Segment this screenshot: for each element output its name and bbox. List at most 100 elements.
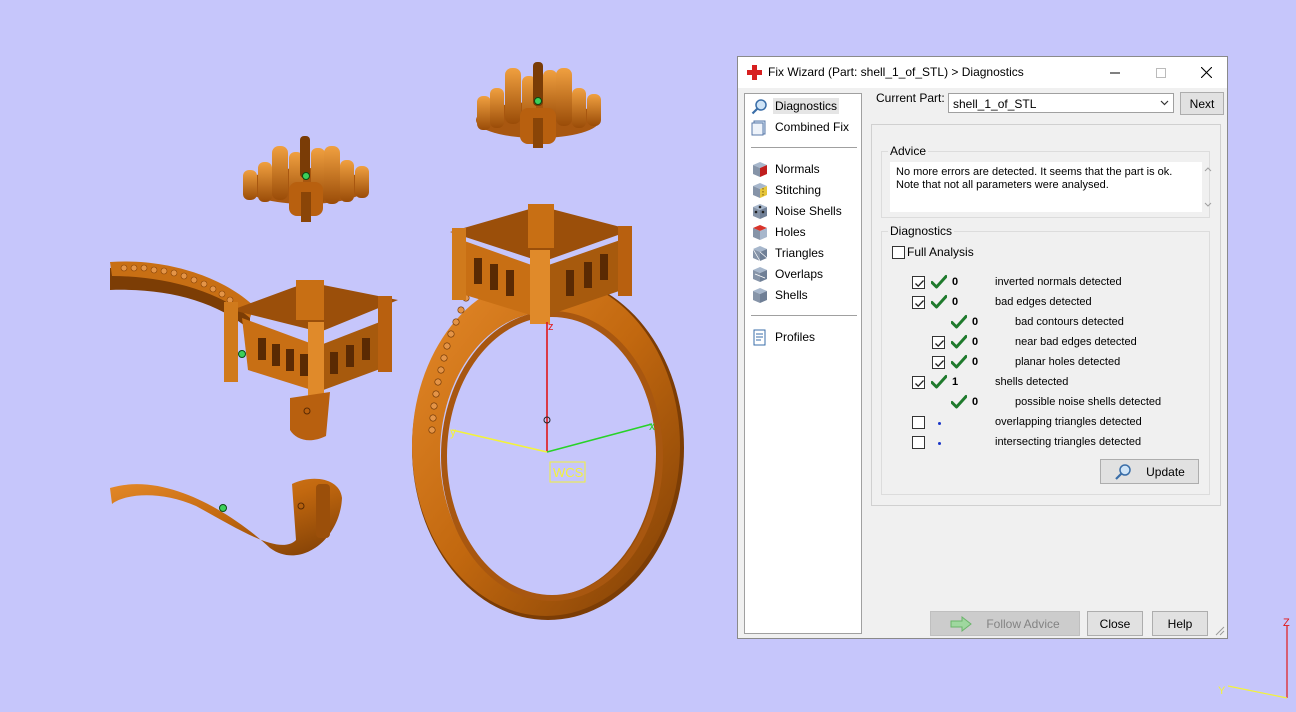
sidebar-item-noise-shells[interactable]: Noise Shells	[751, 201, 844, 221]
diagnostic-checkbox[interactable]	[912, 416, 925, 429]
sidebar-item-overlaps[interactable]: Overlaps	[751, 264, 825, 284]
sidebar-item-label: Stitching	[775, 183, 822, 197]
diagnostic-row: 0 possible noise shells detected	[882, 394, 1202, 412]
diagnostic-description: planar holes detected	[1015, 356, 1121, 368]
diagnostic-row: 0 inverted normals detected	[882, 274, 1202, 292]
help-button[interactable]: Help	[1152, 611, 1208, 636]
dialog-title: Fix Wizard (Part: shell_1_of_STL) > Diag…	[768, 65, 1024, 79]
check-icon	[950, 354, 968, 370]
triangles-icon	[752, 245, 768, 261]
sidebar-item-triangles[interactable]: Triangles	[751, 243, 826, 263]
magnifier-icon	[1115, 463, 1131, 480]
sidebar-item-label: Diagnostics	[773, 98, 840, 114]
diagnostic-row: 0 near bad edges detected	[882, 334, 1202, 352]
sidebar-divider	[751, 315, 857, 316]
sidebar-item-label: Overlaps	[775, 267, 824, 281]
corner-z-label: Z	[1283, 617, 1290, 629]
magnifier-icon	[751, 98, 767, 114]
sidebar-item-label: Holes	[775, 225, 806, 239]
next-button[interactable]: Next	[1180, 92, 1224, 115]
help-button-label: Help	[1167, 616, 1193, 631]
x-axis-label: x	[649, 419, 655, 433]
pending-dot-icon	[938, 422, 941, 425]
diagnostic-count: 0	[972, 396, 979, 408]
diagnostic-description: possible noise shells detected	[1015, 396, 1162, 408]
current-part-value: shell_1_of_STL	[953, 97, 1037, 111]
check-icon	[950, 394, 968, 410]
next-button-label: Next	[1189, 96, 1215, 111]
diagnostic-description: bad contours detected	[1015, 316, 1124, 328]
sidebar-item-holes[interactable]: Holes	[751, 222, 808, 242]
diagnostic-checkbox[interactable]	[912, 436, 925, 449]
update-button[interactable]: Update	[1100, 459, 1199, 484]
sidebar-item-diagnostics[interactable]: Diagnostics	[751, 96, 840, 116]
arrow-right-icon	[950, 615, 973, 632]
diagnostic-checkbox[interactable]	[912, 376, 925, 389]
minimize-button[interactable]	[1092, 57, 1138, 88]
close-button-label: Close	[1099, 616, 1131, 631]
title-bar[interactable]: Fix Wizard (Part: shell_1_of_STL) > Diag…	[738, 57, 1227, 88]
sidebar-item-stitching[interactable]: Stitching	[751, 180, 823, 200]
full-analysis-checkbox[interactable]	[892, 246, 905, 259]
diagnostic-row: 1 shells detected	[882, 374, 1202, 392]
sidebar-divider	[751, 147, 857, 148]
check-icon	[930, 374, 948, 390]
sidebar-item-label: Combined Fix	[775, 120, 850, 134]
holes-icon	[753, 224, 767, 240]
sidebar-item-label: Normals	[775, 162, 820, 176]
lower-shank	[110, 478, 342, 556]
check-icon	[930, 274, 948, 290]
ring-model	[412, 204, 684, 620]
overlaps-icon	[753, 266, 767, 282]
advice-title: Advice	[888, 144, 929, 158]
close-window-button[interactable]	[1183, 57, 1229, 88]
check-icon	[950, 314, 968, 330]
advice-line-2: Note that not all parameters were analys…	[896, 179, 1109, 191]
sidebar-item-profiles[interactable]: Profiles	[751, 327, 817, 347]
z-axis-label: z	[548, 321, 554, 333]
y-axis-label: y	[450, 425, 456, 439]
check-icon	[930, 294, 948, 310]
sidebar-item-label: Noise Shells	[775, 204, 842, 218]
sidebar-item-shells[interactable]: Shells	[751, 285, 810, 305]
diagnostics-title: Diagnostics	[888, 224, 955, 238]
diagnostic-checkbox[interactable]	[912, 296, 925, 309]
diagnostic-description: near bad edges detected	[1015, 336, 1137, 348]
full-analysis-label: Full Analysis	[907, 245, 974, 259]
maximize-icon	[1156, 67, 1166, 78]
diagnostic-checkbox[interactable]	[932, 336, 945, 349]
diagnostic-checkbox[interactable]	[912, 276, 925, 289]
sidebar-item-combined-fix[interactable]: Combined Fix	[751, 117, 851, 137]
prong-cluster-top-right	[476, 62, 601, 148]
current-part-label: Current Part:	[876, 91, 945, 105]
diagnostic-count: 0	[952, 276, 959, 288]
combined-fix-icon	[751, 120, 766, 135]
follow-advice-button[interactable]: Follow Advice	[930, 611, 1080, 636]
resize-grip-icon[interactable]	[1215, 626, 1225, 636]
normals-icon	[753, 161, 767, 177]
current-part-select[interactable]: shell_1_of_STL	[948, 93, 1174, 113]
sidebar-item-label: Profiles	[775, 330, 816, 344]
diagnostic-description: bad edges detected	[995, 296, 1092, 308]
update-button-label: Update	[1146, 464, 1185, 479]
close-button[interactable]: Close	[1087, 611, 1143, 636]
minimize-icon	[1110, 72, 1120, 73]
diagnostic-count: 0	[972, 336, 979, 348]
diagnostics-group: Diagnostics Full Analysis 0 inverted norm…	[881, 224, 1210, 495]
diagnostics-panel: Advice No more errors are detected. It s…	[871, 124, 1221, 506]
diagnostic-count: 0	[952, 296, 959, 308]
diagnostic-description: overlapping triangles detected	[995, 416, 1142, 428]
diagnostic-checkbox[interactable]	[932, 356, 945, 369]
wcs-label: WCS	[553, 465, 584, 480]
advice-scrollbar[interactable]	[1202, 164, 1214, 210]
pending-dot-icon	[938, 442, 941, 445]
prong-cluster-left	[243, 136, 369, 222]
corner-y-label: Y	[1218, 685, 1226, 697]
advice-group: Advice No more errors are detected. It s…	[881, 144, 1212, 218]
sidebar-item-normals[interactable]: Normals	[751, 159, 822, 179]
maximize-button[interactable]	[1138, 57, 1184, 88]
basket-head	[224, 280, 398, 441]
diagnostic-row: 0 planar holes detected	[882, 354, 1202, 372]
corner-axis-indicator	[1227, 626, 1288, 699]
advice-text-box: No more errors are detected. It seems th…	[890, 162, 1212, 212]
